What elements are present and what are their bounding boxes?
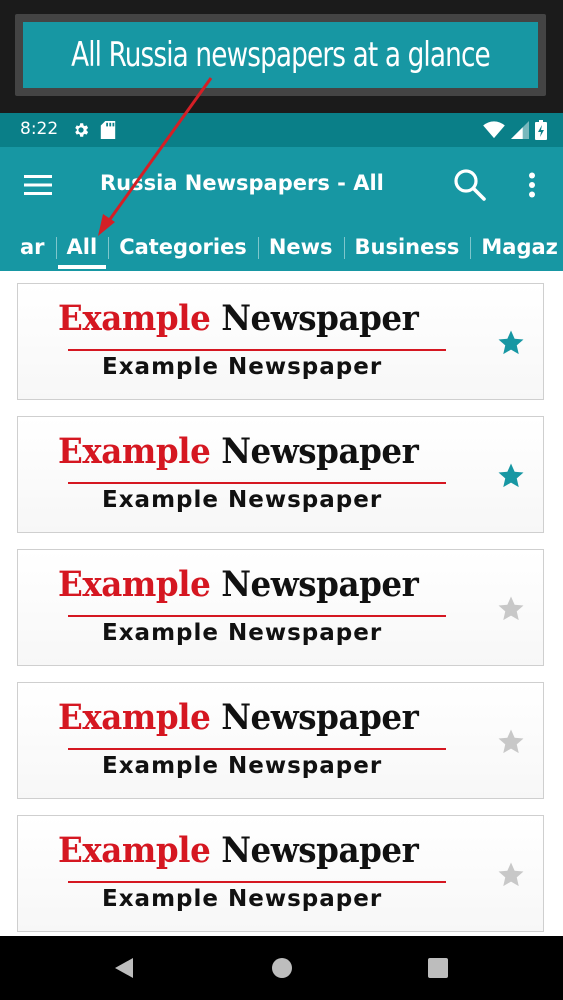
hamburger-menu-icon [24, 175, 52, 195]
logo-underline [68, 881, 446, 883]
promo-caption-box: All Russia newspapers at a glance [15, 14, 546, 96]
newspaper-logo: Example Newspaper Example Newspaper [58, 697, 458, 787]
logo-underline [68, 615, 446, 617]
star-icon[interactable] [496, 461, 526, 491]
more-vert-icon [529, 172, 535, 198]
home-icon [272, 958, 292, 978]
newspaper-logo: Example Newspaper Example Newspaper [58, 431, 458, 521]
star-icon[interactable] [496, 860, 526, 890]
search-icon [454, 169, 486, 201]
newspaper-card[interactable]: Example Newspaper Example Newspaper [17, 815, 544, 932]
tab-all[interactable]: All [55, 223, 109, 271]
logo-underline [68, 482, 446, 484]
newspaper-card[interactable]: Example Newspaper Example Newspaper [17, 549, 544, 666]
signal-icon [511, 121, 529, 139]
recents-button[interactable] [426, 956, 450, 980]
promo-caption-panel: All Russia newspapers at a glance [23, 22, 538, 88]
newspaper-logo: Example Newspaper Example Newspaper [58, 564, 458, 654]
logo-subtitle: Example Newspaper [102, 620, 383, 646]
logo-title-red: Example [58, 431, 211, 472]
status-bar: 8:22 [0, 113, 563, 147]
back-button[interactable] [112, 956, 136, 980]
promo-caption: All Russia newspapers at a glance [71, 35, 491, 75]
promo-banner: All Russia newspapers at a glance [0, 0, 563, 113]
menu-button[interactable] [20, 169, 56, 201]
logo-underline [68, 748, 446, 750]
tab-news[interactable]: News [257, 223, 344, 271]
logo-title-red: Example [58, 298, 211, 339]
logo-title-black: Newspaper [221, 830, 419, 871]
page-title: Russia Newspapers - All [100, 171, 384, 195]
newspaper-card[interactable]: Example Newspaper Example Newspaper [17, 682, 544, 799]
category-tabs: ar All Categories News Business Magaz [0, 223, 563, 271]
sd-card-icon [100, 121, 116, 139]
logo-title-black: Newspaper [221, 697, 419, 738]
wifi-icon [483, 121, 505, 139]
newspaper-card[interactable]: Example Newspaper Example Newspaper [17, 416, 544, 533]
newspaper-logo: Example Newspaper Example Newspaper [58, 298, 458, 388]
search-button[interactable] [450, 165, 490, 205]
status-time: 8:22 [20, 119, 59, 139]
logo-subtitle: Example Newspaper [102, 487, 383, 513]
logo-subtitle: Example Newspaper [102, 886, 383, 912]
tab-ar[interactable]: ar [0, 223, 56, 271]
logo-title-red: Example [58, 697, 211, 738]
newspaper-card[interactable]: Example Newspaper Example Newspaper [17, 283, 544, 400]
star-icon[interactable] [496, 727, 526, 757]
logo-subtitle: Example Newspaper [102, 753, 383, 779]
logo-underline [68, 349, 446, 351]
battery-icon [535, 120, 547, 140]
logo-title-black: Newspaper [221, 298, 419, 339]
tab-magazines[interactable]: Magaz [470, 223, 563, 271]
app-bar: Russia Newspapers - All [0, 147, 563, 223]
logo-title-black: Newspaper [221, 431, 419, 472]
logo-title-red: Example [58, 564, 211, 605]
star-icon[interactable] [496, 328, 526, 358]
newspaper-logo: Example Newspaper Example Newspaper [58, 830, 458, 920]
tab-categories[interactable]: Categories [108, 223, 258, 271]
logo-title-red: Example [58, 830, 211, 871]
system-nav-bar [0, 936, 563, 1000]
recents-icon [428, 958, 448, 978]
home-button[interactable] [270, 956, 294, 980]
more-options-button[interactable] [518, 167, 546, 203]
star-icon[interactable] [496, 594, 526, 624]
logo-title-black: Newspaper [221, 564, 419, 605]
newspaper-list: Example Newspaper Example Newspaper Exam… [0, 271, 563, 936]
tab-business[interactable]: Business [343, 223, 471, 271]
gear-icon [75, 123, 89, 137]
back-icon [115, 958, 133, 978]
logo-subtitle: Example Newspaper [102, 354, 383, 380]
